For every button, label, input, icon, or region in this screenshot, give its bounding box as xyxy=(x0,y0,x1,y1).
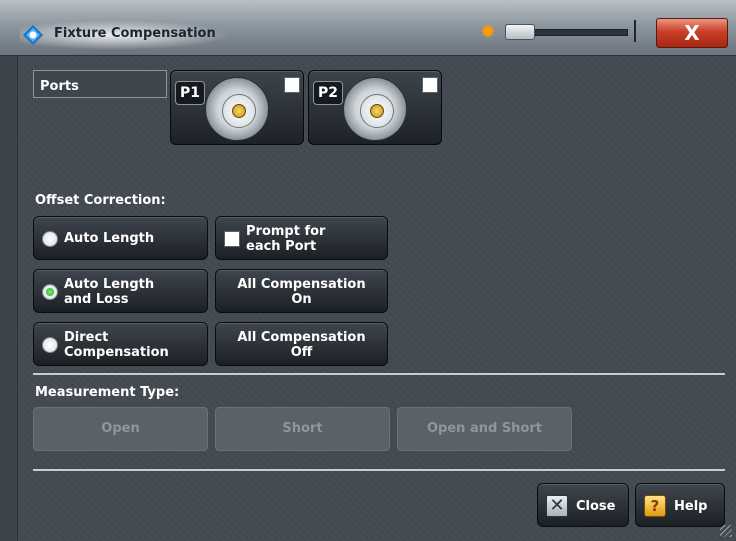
close-icon: ✕ xyxy=(546,495,568,517)
prompt-label-line1: Prompt for xyxy=(246,224,326,239)
port-p2-button[interactable]: P2 xyxy=(308,70,442,145)
radio-indicator-selected xyxy=(42,284,58,300)
port-p1-button[interactable]: P1 xyxy=(170,70,304,145)
window-close-button[interactable]: X xyxy=(656,18,728,48)
help-button[interactable]: ? Help xyxy=(635,483,725,527)
measurement-type-label: Measurement Type: xyxy=(35,385,180,400)
option-label: Auto Length xyxy=(64,231,155,246)
all-off-label-line1: All Compensation xyxy=(237,330,366,345)
measurement-short-button[interactable]: Short xyxy=(215,407,390,451)
option-label-line1: Auto Length xyxy=(64,277,155,292)
all-compensation-on-button[interactable]: All Compensation On xyxy=(215,269,388,313)
all-on-label-line1: All Compensation xyxy=(237,277,366,292)
help-icon: ? xyxy=(644,495,666,517)
window-title: Fixture Compensation xyxy=(54,26,216,41)
prompt-label-line2: each Port xyxy=(246,239,317,254)
port-p2-checkbox[interactable] xyxy=(422,77,438,93)
divider xyxy=(33,373,725,375)
close-label: Close xyxy=(576,499,616,514)
help-label: Help xyxy=(674,499,708,514)
left-edge xyxy=(0,56,17,541)
radio-indicator xyxy=(42,337,58,353)
all-on-label-line2: On xyxy=(291,292,312,307)
prompt-for-each-port-button[interactable]: Prompt for each Port xyxy=(215,216,388,260)
slider-end-marker xyxy=(634,20,636,42)
port-tag: P2 xyxy=(313,81,343,105)
connector-icon xyxy=(343,77,407,141)
all-compensation-off-button[interactable]: All Compensation Off xyxy=(215,322,388,366)
option-label-line2: and Loss xyxy=(64,292,129,307)
offset-correction-label: Offset Correction: xyxy=(35,193,166,208)
port-tag: P1 xyxy=(175,81,205,105)
port-p1-checkbox[interactable] xyxy=(284,77,300,93)
radio-indicator xyxy=(42,231,58,247)
app-icon xyxy=(23,25,43,45)
resize-grip-icon[interactable] xyxy=(720,525,732,537)
divider xyxy=(33,469,725,471)
measurement-open-button[interactable]: Open xyxy=(33,407,208,451)
option-label-line1: Direct xyxy=(64,330,109,345)
all-off-label-line2: Off xyxy=(290,345,313,360)
ports-label: Ports xyxy=(33,70,167,98)
close-button[interactable]: ✕ Close xyxy=(537,483,629,527)
brightness-slider-thumb[interactable] xyxy=(505,24,535,40)
measurement-open-and-short-button[interactable]: Open and Short xyxy=(397,407,572,451)
option-label-line2: Compensation xyxy=(64,345,169,360)
auto-length-radio-button[interactable]: Auto Length xyxy=(33,216,208,260)
prompt-checkbox[interactable] xyxy=(224,231,240,247)
direct-compensation-radio-button[interactable]: Direct Compensation xyxy=(33,322,208,366)
sun-icon: ✹ xyxy=(480,21,496,43)
connector-icon xyxy=(205,77,269,141)
auto-length-and-loss-radio-button[interactable]: Auto Length and Loss xyxy=(33,269,208,313)
